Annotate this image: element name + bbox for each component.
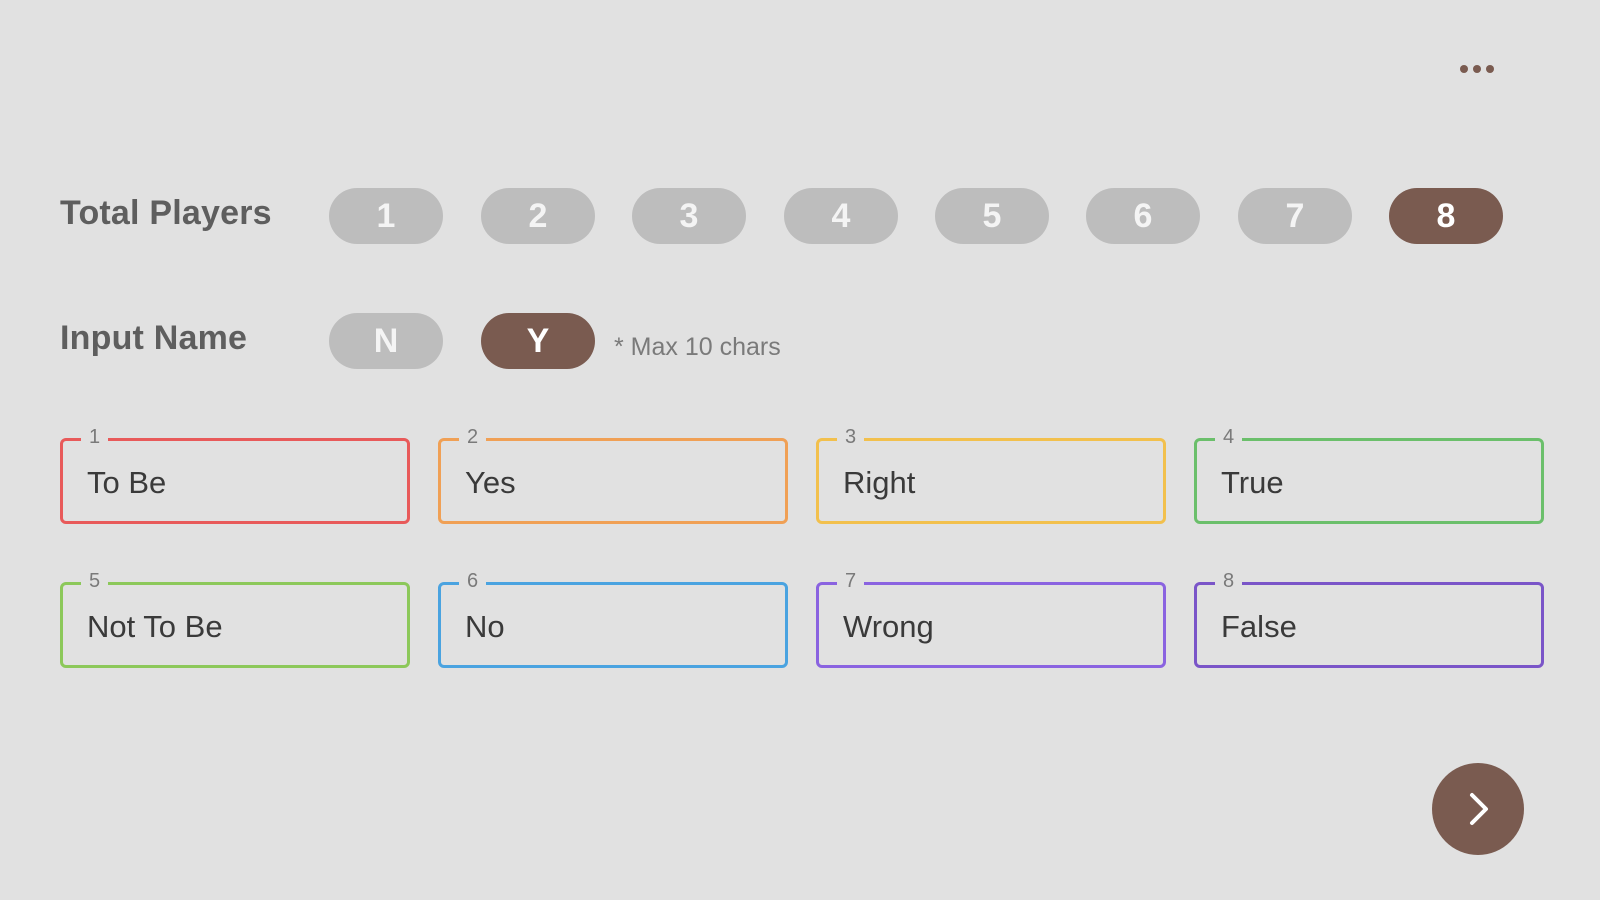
player-number-label: 7 xyxy=(837,569,865,593)
player-number-label: 1 xyxy=(81,425,109,449)
input-name-label: Input Name xyxy=(60,319,248,357)
player-name-value: Right xyxy=(843,465,916,500)
player-name-value: Yes xyxy=(465,465,516,500)
player-name-field-7[interactable]: 7 Wrong xyxy=(816,569,1166,668)
more-horizontal-icon xyxy=(1460,65,1468,73)
player-name-value: To Be xyxy=(87,465,167,500)
more-options-button[interactable] xyxy=(1452,54,1502,84)
player-number-label: 3 xyxy=(837,425,865,449)
player-count-7-button[interactable]: 7 xyxy=(1238,188,1352,244)
player-number-label: 8 xyxy=(1215,569,1243,593)
input-name-no-button[interactable]: N xyxy=(329,313,443,369)
player-name-field-3[interactable]: 3 Right xyxy=(816,425,1166,524)
chevron-right-icon xyxy=(1470,793,1488,825)
player-count-5-button[interactable]: 5 xyxy=(935,188,1049,244)
player-name-field-2[interactable]: 2 Yes xyxy=(438,425,788,524)
player-name-value: Wrong xyxy=(843,609,934,644)
player-count-1-button[interactable]: 1 xyxy=(329,188,443,244)
player-count-4-button[interactable]: 4 xyxy=(784,188,898,244)
player-name-field-5[interactable]: 5 Not To Be xyxy=(60,569,410,668)
player-name-field-4[interactable]: 4 True xyxy=(1194,425,1544,524)
player-count-6-button[interactable]: 6 xyxy=(1086,188,1200,244)
player-count-3-button[interactable]: 3 xyxy=(632,188,746,244)
input-name-yes-button[interactable]: Y xyxy=(481,313,595,369)
player-count-2-button[interactable]: 2 xyxy=(481,188,595,244)
player-name-field-6[interactable]: 6 No xyxy=(438,569,788,668)
next-button[interactable] xyxy=(1432,763,1524,855)
player-number-label: 2 xyxy=(459,425,487,449)
player-count-8-button[interactable]: 8 xyxy=(1389,188,1503,244)
player-number-label: 4 xyxy=(1215,425,1243,449)
player-number-label: 6 xyxy=(459,569,487,593)
player-name-value: True xyxy=(1221,465,1284,500)
player-name-field-1[interactable]: 1 To Be xyxy=(60,425,410,524)
player-name-value: Not To Be xyxy=(87,609,223,644)
max-chars-hint: * Max 10 chars xyxy=(614,333,781,361)
player-number-label: 5 xyxy=(81,569,109,593)
player-name-value: No xyxy=(465,609,505,644)
player-name-value: False xyxy=(1221,609,1297,644)
total-players-label: Total Players xyxy=(60,194,272,232)
player-name-field-8[interactable]: 8 False xyxy=(1194,569,1544,668)
